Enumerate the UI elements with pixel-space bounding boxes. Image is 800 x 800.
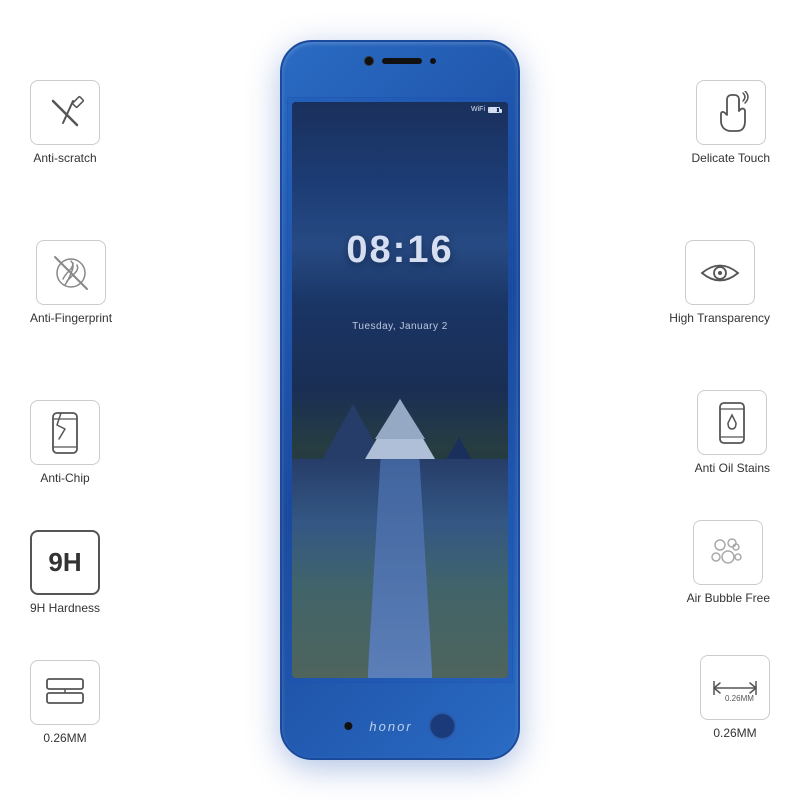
brand-label: honor	[369, 719, 412, 734]
screen-time: 08:16	[292, 229, 508, 272]
thickness-left-label: 0.26MM	[43, 731, 86, 745]
oil-label: Anti Oil Stains	[695, 461, 770, 475]
front-camera	[364, 56, 374, 66]
touch-label: Delicate Touch	[692, 151, 771, 165]
anti-scratch-label: Anti-scratch	[33, 151, 96, 165]
9h-text: 9H	[48, 547, 81, 578]
phone-screen: WiFi 08:16 Tuesday, January 2	[292, 102, 508, 678]
anti-fingerprint-label: Anti-Fingerprint	[30, 311, 112, 325]
chip-icon	[47, 411, 83, 455]
touch-icon-box	[696, 80, 766, 145]
phone-bottom-area: honor	[343, 712, 456, 740]
river-area	[292, 459, 508, 678]
feature-thickness-left: 0.26MM	[30, 660, 100, 745]
measure-icon: 0.26MM	[710, 673, 760, 703]
bubbles-icon	[706, 531, 750, 575]
feature-high-transparency: High Transparency	[669, 240, 770, 325]
fingerprint-icon	[49, 251, 93, 295]
stack-icon-box	[30, 660, 100, 725]
feature-anti-scratch: Anti-scratch	[30, 80, 100, 165]
scratch-icon	[45, 93, 85, 133]
9h-icon-box: 9H	[30, 530, 100, 595]
size-label: 0.26MM	[713, 726, 756, 740]
anti-fingerprint-icon-box	[36, 240, 106, 305]
anti-chip-label: Anti-Chip	[40, 471, 89, 485]
battery-icon	[488, 107, 500, 113]
speaker	[382, 58, 422, 64]
screen-wallpaper: WiFi 08:16 Tuesday, January 2	[292, 102, 508, 678]
battery-fill	[489, 108, 497, 112]
svg-text:0.26MM: 0.26MM	[725, 694, 754, 703]
feature-anti-oil: Anti Oil Stains	[695, 390, 770, 475]
phone-device: WiFi 08:16 Tuesday, January 2 honor	[280, 40, 520, 760]
measure-icon-box: 0.26MM	[700, 655, 770, 720]
touch-icon	[711, 91, 751, 135]
phone-oil-icon	[714, 401, 750, 445]
phone-top-area	[364, 56, 436, 66]
oil-icon-box	[697, 390, 767, 455]
feature-size: 0.26MM 0.26MM	[700, 655, 770, 740]
feature-anti-fingerprint: Anti-Fingerprint	[30, 240, 112, 325]
feature-anti-chip: Anti-Chip	[30, 400, 100, 485]
screen-date: Tuesday, January 2	[292, 321, 508, 332]
transparency-label: High Transparency	[669, 311, 770, 325]
feature-delicate-touch: Delicate Touch	[692, 80, 771, 165]
anti-chip-icon-box	[30, 400, 100, 465]
bubble-label: Air Bubble Free	[687, 591, 770, 605]
anti-scratch-icon-box	[30, 80, 100, 145]
mountain-peak	[365, 399, 435, 459]
river-stream	[368, 459, 433, 678]
bottom-camera	[343, 721, 353, 731]
feature-9h: 9H 9H Hardness	[30, 530, 100, 615]
main-container: Anti-scratch Anti-Fingerprint	[0, 0, 800, 800]
wifi-icon: WiFi	[471, 106, 485, 113]
transparency-icon-box	[685, 240, 755, 305]
feature-air-bubble: Air Bubble Free	[687, 520, 770, 605]
sensor	[430, 58, 436, 64]
phone-body: WiFi 08:16 Tuesday, January 2 honor	[280, 40, 520, 760]
9h-label: 9H Hardness	[30, 601, 100, 615]
bubble-icon-box	[693, 520, 763, 585]
status-bar: WiFi	[292, 106, 508, 113]
home-button[interactable]	[429, 712, 457, 740]
eye-icon	[698, 254, 742, 292]
stack-icon	[43, 675, 87, 711]
